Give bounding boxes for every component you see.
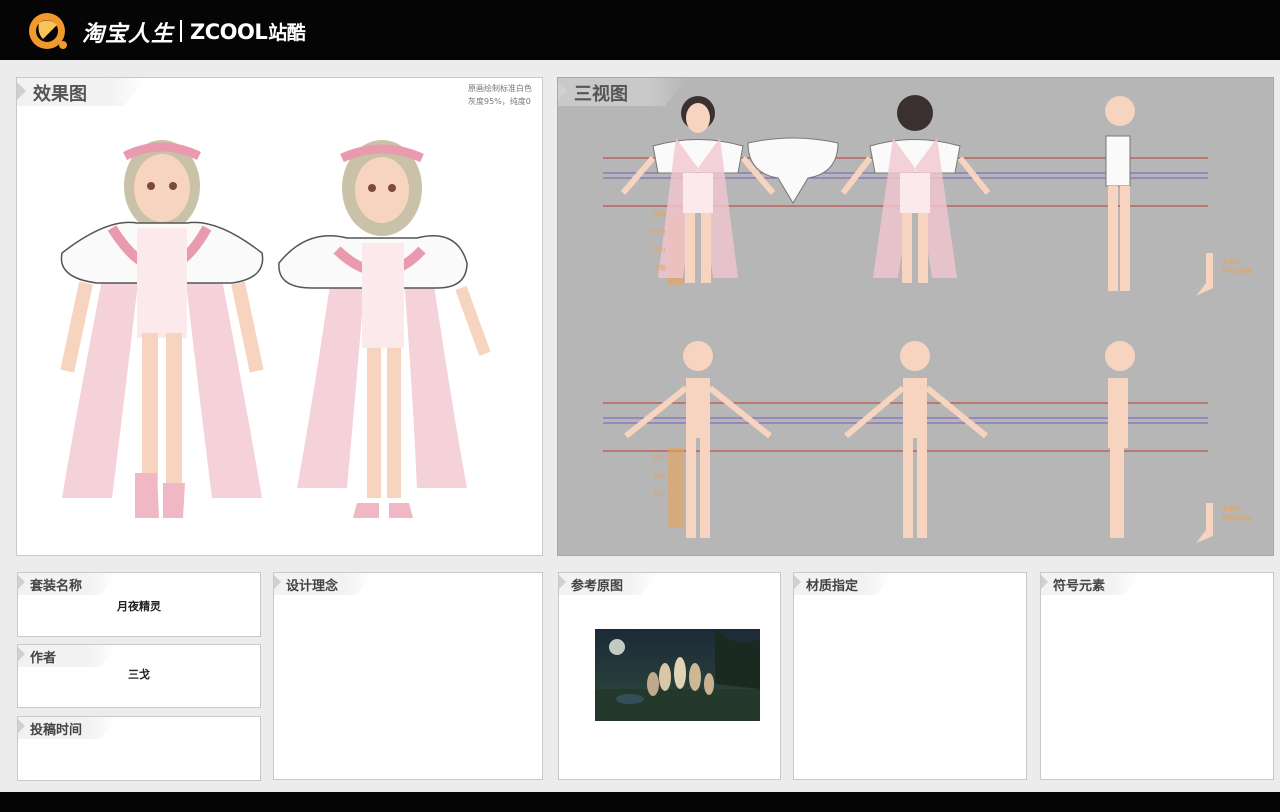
reference-painting — [595, 629, 760, 721]
panel-title: 作者 — [30, 651, 57, 666]
character-front-2 — [278, 140, 491, 518]
bottom-banner — [0, 792, 1280, 812]
foot-note-line: 表面贴 — [1222, 506, 1241, 513]
panel-title: 参考原图 — [571, 579, 624, 594]
tab-marker-icon — [18, 575, 25, 589]
foot-note-line: 表面贴 — [1222, 259, 1241, 266]
author-value: 三戈 — [128, 668, 150, 681]
proportion-label: 腿长 — [653, 455, 666, 462]
effect-panel: 效果图 原画绘制标准白色 灰度95%，纯度0 — [16, 77, 543, 556]
suit-name-panel: 套装名称 月夜精灵 — [17, 572, 261, 637]
author-panel: 作者 三戈 — [17, 644, 261, 708]
panel-title: 设计理念 — [286, 579, 339, 594]
foot-note-bottom: 表面贴 替换此脚面 — [1222, 505, 1252, 523]
symbol-panel: 符号元素 — [1040, 572, 1274, 780]
proportion-label: 胸围 — [653, 211, 666, 218]
design-concept-panel: 设计理念 — [273, 572, 543, 780]
tab-marker-icon — [1041, 575, 1048, 589]
proportion-label: 大腿 — [653, 265, 666, 272]
tab-marker-icon — [274, 575, 281, 589]
reference-panel: 参考原图 — [558, 572, 781, 780]
submit-time-panel: 投稿时间 — [17, 716, 261, 781]
three-view-panel: 三视图 胸围 五分身 八·九分 大腿 腿长 胸底 脚长 表面贴 替换此脚面 表面… — [557, 77, 1274, 556]
tab-marker-icon — [559, 575, 566, 589]
proportion-label: 脚长 — [653, 491, 666, 498]
panel-title: 符号元素 — [1053, 579, 1106, 594]
zcool-cn: 站酷 — [268, 22, 306, 44]
panel-title: 套装名称 — [30, 579, 83, 594]
foot-note-line: 替换此脚面 — [1222, 515, 1253, 522]
foot-note-line: 替换此脚面 — [1222, 268, 1253, 275]
taobao-badge-icon — [29, 13, 67, 49]
proportion-label: 胸底 — [653, 473, 666, 480]
brand-divider — [180, 20, 182, 42]
proportion-labels-bottom: 腿长 胸底 脚长 — [642, 450, 666, 504]
tab-marker-icon — [18, 647, 25, 661]
zcool-wordmark: ZCOOL站酷 — [190, 18, 306, 45]
suit-name-value: 月夜精灵 — [117, 600, 161, 613]
tab-marker-icon — [794, 575, 801, 589]
effect-illustration — [60, 140, 491, 518]
zcool-latin: ZCOOL — [190, 20, 268, 44]
foot-note-top: 表面贴 替换此脚面 — [1222, 258, 1252, 276]
character-front-1 — [60, 140, 264, 518]
material-panel: 材质指定 — [793, 572, 1027, 780]
panel-title: 材质指定 — [806, 579, 859, 594]
proportion-label: 八·九分 — [646, 247, 666, 254]
taobao-life-wordmark: 淘宝人生 — [82, 22, 175, 47]
proportion-labels-top: 胸围 五分身 八·九分 大腿 — [642, 206, 666, 278]
top-banner: 淘宝人生 ZCOOL站酷 — [0, 0, 1280, 60]
proportion-label: 五分身 — [647, 229, 666, 236]
tab-marker-icon — [18, 719, 25, 733]
panel-title: 投稿时间 — [30, 723, 83, 738]
